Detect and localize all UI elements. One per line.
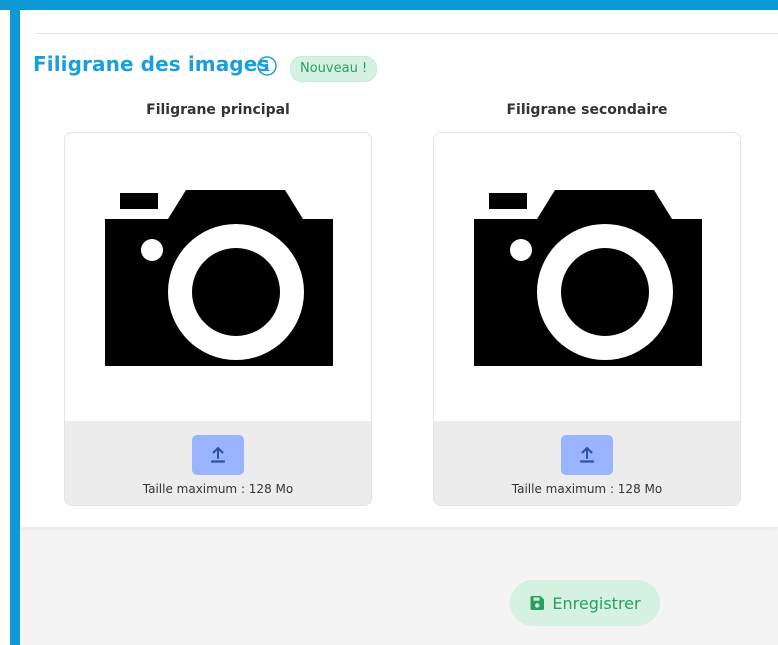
camera-icon	[105, 190, 333, 366]
upload-icon	[579, 447, 595, 463]
new-badge: Nouveau !	[290, 56, 378, 82]
secondary-max-size-text: Taille maximum : 128 Mo	[511, 482, 663, 496]
primary-upload-footer: Taille maximum : 128 Mo	[65, 421, 371, 505]
form-actions-area	[20, 527, 778, 645]
secondary-watermark-card: Taille maximum : 128 Mo	[433, 132, 741, 506]
primary-max-size-text: Taille maximum : 128 Mo	[142, 482, 294, 496]
secondary-watermark-preview[interactable]	[434, 133, 740, 421]
primary-upload-button[interactable]	[192, 435, 244, 475]
window-left-border	[10, 0, 20, 645]
secondary-upload-footer: Taille maximum : 128 Mo	[434, 421, 740, 505]
save-button[interactable]: Enregistrer	[510, 580, 660, 626]
primary-watermark-title: Filigrane principal	[146, 102, 290, 118]
upload-icon	[210, 447, 226, 463]
info-icon[interactable]	[256, 55, 278, 77]
secondary-upload-button[interactable]	[561, 435, 613, 475]
section-divider	[36, 33, 778, 34]
save-button-label: Enregistrer	[552, 593, 641, 613]
primary-watermark-preview[interactable]	[65, 133, 371, 421]
save-icon	[530, 596, 545, 610]
secondary-watermark-title: Filigrane secondaire	[506, 102, 668, 118]
primary-watermark-card: Taille maximum : 128 Mo	[64, 132, 372, 506]
window-top-border	[0, 0, 778, 10]
section-title: Filigrane des images	[33, 52, 270, 76]
camera-icon	[474, 190, 702, 366]
